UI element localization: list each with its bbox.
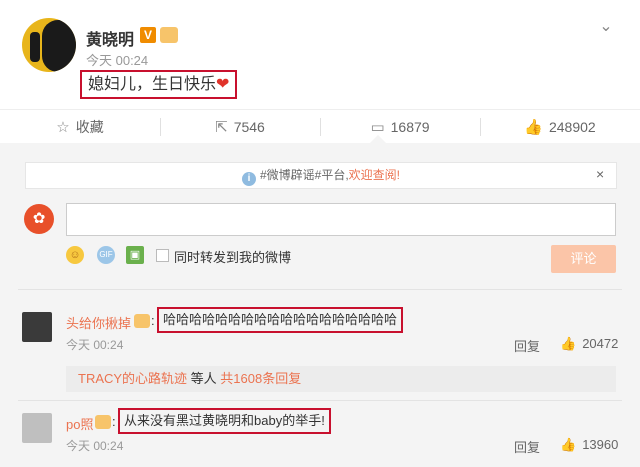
divider [18, 400, 622, 401]
author-name[interactable]: 黄晓明 [86, 26, 134, 50]
favorite-label: 收藏 [75, 118, 104, 135]
colon: : [112, 414, 116, 429]
thumbs-up-icon: 👍 [560, 336, 577, 351]
thumbs-up-icon: 👍 [524, 118, 543, 136]
sub-reply-user[interactable]: TRACY的心路轨迹 [78, 371, 187, 386]
fan-badge-icon [95, 415, 111, 429]
comment-icon: ▭ [370, 118, 385, 136]
comment-time: 今天 00:24 [66, 338, 124, 352]
comment-text: 哈哈哈哈哈哈哈哈哈哈哈哈哈哈哈哈哈哈 [157, 307, 404, 333]
comment-input[interactable] [66, 203, 616, 236]
repost-count: 7546 [233, 118, 265, 135]
star-icon: ☆ [56, 118, 70, 136]
reply-button[interactable]: 回复 [514, 336, 540, 355]
like-button[interactable]: 👍 248902 [480, 110, 640, 143]
comment-like-button[interactable]: 👍 13960 [560, 437, 618, 453]
emoji-icon[interactable]: ☺ [66, 246, 84, 264]
weibo-post: 黄晓明 V ⌄ 今天 00:24 媳妇儿，生日快乐❤ ☆ 收藏 ⇱ 7546 ▭… [0, 0, 640, 145]
sub-replies-summary[interactable]: TRACY的心路轨迹 等人 共1608条回复 [66, 366, 616, 392]
share-icon: ⇱ [215, 118, 228, 136]
post-content: 媳妇儿，生日快乐❤ [80, 70, 238, 99]
commenter-avatar[interactable] [22, 413, 52, 443]
author-avatar[interactable] [22, 18, 76, 72]
colon: : [151, 313, 155, 328]
forward-checkbox[interactable] [156, 249, 169, 262]
notice-link[interactable]: 欢迎查阅! [349, 168, 400, 182]
divider [18, 289, 622, 290]
heart-icon: ❤ [216, 76, 230, 93]
comment-like-count: 13960 [582, 437, 619, 452]
comment-count: 16879 [390, 118, 430, 135]
repost-button[interactable]: ⇱ 7546 [160, 110, 320, 143]
comment-time: 今天 00:24 [66, 439, 124, 453]
like-count: 248902 [548, 118, 596, 135]
notice-text: #微博辟谣#平台, [259, 168, 349, 182]
comment-text: 从来没有黑过黄晓明和baby的举手! [118, 408, 331, 434]
post-text: 媳妇儿，生日快乐 [88, 76, 217, 93]
image-icon[interactable]: ▣ [126, 246, 144, 264]
post-action-bar: ☆ 收藏 ⇱ 7546 ▭ 16879 👍 248902 [0, 109, 640, 143]
comment-like-count: 20472 [582, 336, 619, 351]
comment-like-button[interactable]: 👍 20472 [560, 336, 618, 352]
verified-icon: V [140, 27, 156, 43]
chevron-down-icon[interactable]: ⌄ [596, 16, 616, 36]
commenter-name[interactable]: po照 [66, 414, 93, 433]
close-icon[interactable]: × [596, 166, 604, 182]
forward-label: 同时转发到我的微博 [174, 250, 292, 265]
gif-icon[interactable]: GIF [97, 246, 115, 264]
rumor-notice: i #微博辟谣#平台,欢迎查阅! [25, 162, 617, 189]
reply-button[interactable]: 回复 [514, 437, 540, 456]
thumbs-up-icon: 👍 [560, 437, 577, 452]
favorite-button[interactable]: ☆ 收藏 [0, 110, 160, 143]
panel-pointer [370, 135, 386, 143]
my-avatar: ✿ [24, 204, 54, 234]
submit-comment-button[interactable]: 评论 [551, 245, 616, 273]
info-icon: i [241, 172, 256, 186]
post-time: 今天 00:24 [86, 53, 149, 68]
commenter-avatar[interactable] [22, 312, 52, 342]
commenter-name[interactable]: 头给你揪掉 [66, 313, 131, 332]
fan-badge-icon [160, 27, 178, 43]
sub-reply-count[interactable]: 共1608条回复 [220, 371, 301, 386]
comment-button[interactable]: ▭ 16879 [320, 110, 480, 143]
sub-reply-text: 等人 [187, 371, 221, 386]
fan-badge-icon [134, 314, 150, 328]
